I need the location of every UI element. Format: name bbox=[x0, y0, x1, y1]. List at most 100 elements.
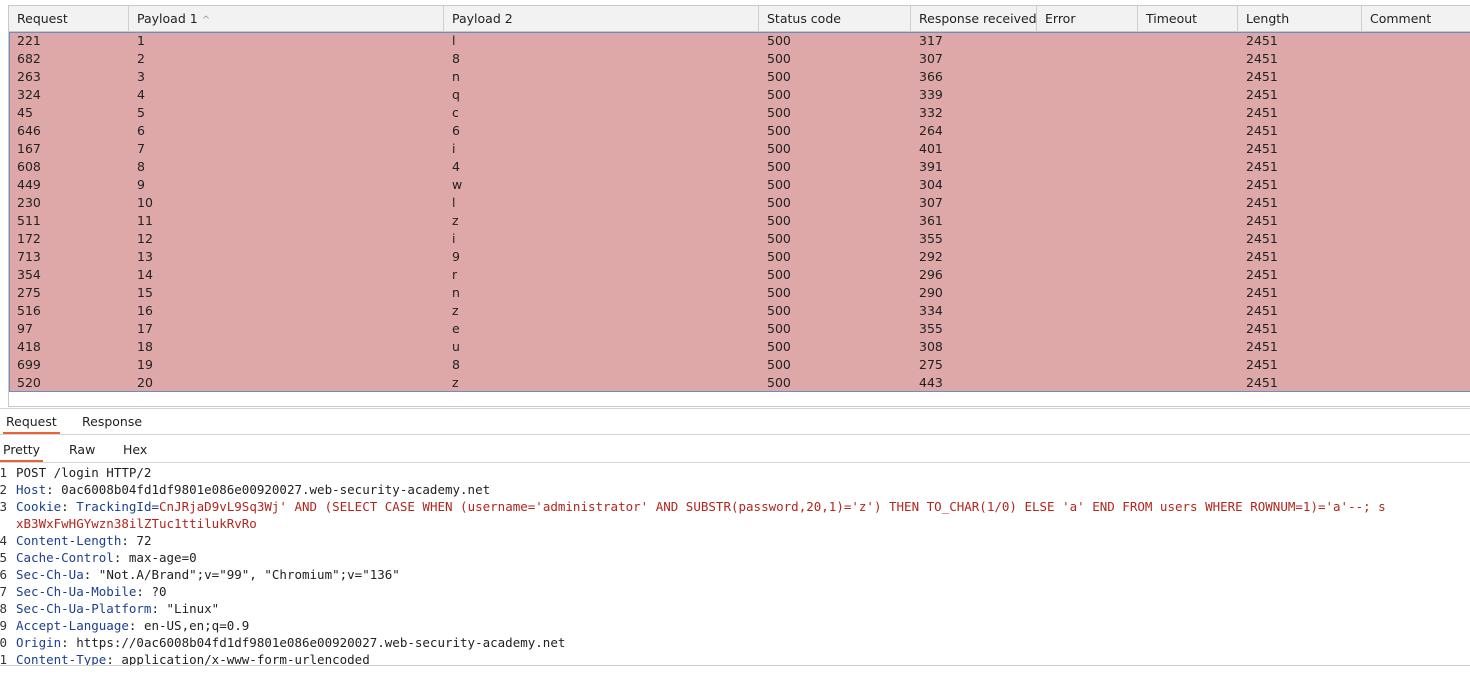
cell-status-code: 500 bbox=[767, 303, 791, 318]
cell-response-received: 296 bbox=[919, 267, 943, 282]
cell-request: 418 bbox=[17, 339, 41, 354]
cell-request: 172 bbox=[17, 231, 41, 246]
table-row[interactable]: 516 16 z 500 334 2451 bbox=[9, 302, 1470, 320]
header-value: max-age=0 bbox=[128, 550, 197, 565]
table-row[interactable]: 608 8 4 500 391 2451 bbox=[9, 158, 1470, 176]
cookie-value: xB3WxFwHGYwzn38ilZTuc1ttilukRvRo bbox=[16, 516, 257, 531]
table-row[interactable]: 699 19 8 500 275 2451 bbox=[9, 356, 1470, 374]
table-row[interactable]: 167 7 i 500 401 2451 bbox=[9, 140, 1470, 158]
cell-comment bbox=[1362, 320, 1370, 338]
table-row[interactable]: 354 14 r 500 296 2451 bbox=[9, 266, 1470, 284]
table-row[interactable]: 221 1 l 500 317 2451 bbox=[9, 32, 1470, 50]
header-value: ?0 bbox=[151, 584, 167, 599]
cell-comment bbox=[1362, 122, 1370, 140]
column-header-length[interactable]: Length bbox=[1238, 6, 1362, 31]
cell-request: 324 bbox=[17, 87, 41, 102]
cell-length: 2451 bbox=[1246, 69, 1278, 84]
pane-divider[interactable] bbox=[0, 408, 1470, 409]
header-separator: : bbox=[121, 533, 137, 548]
cell-comment bbox=[1362, 86, 1370, 104]
header-name: Accept-Language bbox=[16, 618, 129, 633]
cell-request: 45 bbox=[17, 105, 33, 120]
cell-comment bbox=[1362, 338, 1370, 356]
cell-request: 97 bbox=[17, 321, 33, 336]
table-row[interactable]: 263 3 n 500 366 2451 bbox=[9, 68, 1470, 86]
cell-comment bbox=[1362, 32, 1370, 50]
cell-status-code: 500 bbox=[767, 141, 791, 156]
request-editor[interactable]: 1 POST /login HTTP/2 2 Host: 0ac6008b04fd1d… bbox=[0, 464, 1470, 665]
cell-comment bbox=[1362, 194, 1370, 212]
table-row[interactable]: 230 10 l 500 307 2451 bbox=[9, 194, 1470, 212]
line-number: 9 bbox=[0, 618, 7, 633]
cell-payload-1: 8 bbox=[137, 159, 145, 174]
column-header-error[interactable]: Error bbox=[1037, 6, 1138, 31]
table-row[interactable]: 45 5 c 500 332 2451 bbox=[9, 104, 1470, 122]
cell-status-code: 500 bbox=[767, 159, 791, 174]
table-row[interactable]: 449 9 w 500 304 2451 bbox=[9, 176, 1470, 194]
cell-status-code: 500 bbox=[767, 195, 791, 210]
line-number: 4 bbox=[0, 533, 7, 548]
cell-request: 511 bbox=[17, 213, 41, 228]
tab-raw[interactable]: Raw bbox=[66, 438, 98, 462]
table-row[interactable]: 682 2 8 500 307 2451 bbox=[9, 50, 1470, 68]
line-number: 1 bbox=[0, 465, 7, 480]
cookie-value: TrackingId=CnJRjaD9vL9Sq3Wj' AND (SELECT… bbox=[76, 499, 1386, 514]
cell-response-received: 290 bbox=[919, 285, 943, 300]
table-row[interactable]: 520 20 z 500 443 2451 bbox=[9, 374, 1470, 392]
column-header-response-received[interactable]: Response received bbox=[911, 6, 1037, 31]
tab-response[interactable]: Response bbox=[79, 410, 145, 434]
cell-response-received: 355 bbox=[919, 231, 943, 246]
cell-response-received: 339 bbox=[919, 87, 943, 102]
table-row[interactable]: 511 11 z 500 361 2451 bbox=[9, 212, 1470, 230]
cell-request: 221 bbox=[17, 33, 41, 48]
cell-length: 2451 bbox=[1246, 321, 1278, 336]
line-text: Content-Type: application/x-www-form-url… bbox=[16, 651, 370, 665]
column-header-comment[interactable]: Comment bbox=[1362, 6, 1470, 31]
column-header-timeout[interactable]: Timeout bbox=[1138, 6, 1238, 31]
cell-length: 2451 bbox=[1246, 339, 1278, 354]
header-value: "Linux" bbox=[166, 601, 220, 616]
tab-hex[interactable]: Hex bbox=[120, 438, 150, 462]
column-header-payload-1[interactable]: Payload 1 ^ bbox=[129, 6, 444, 31]
cell-response-received: 304 bbox=[919, 177, 943, 192]
cell-status-code: 500 bbox=[767, 105, 791, 120]
line-text: Sec-Ch-Ua-Mobile: ?0 bbox=[16, 583, 167, 600]
cell-length: 2451 bbox=[1246, 141, 1278, 156]
cell-length: 2451 bbox=[1246, 375, 1278, 390]
header-value: application/x-www-form-urlencoded bbox=[121, 652, 370, 665]
tab-request[interactable]: Request bbox=[3, 410, 60, 434]
table-row[interactable]: 275 15 n 500 290 2451 bbox=[9, 284, 1470, 302]
line-text: POST /login HTTP/2 bbox=[16, 464, 151, 481]
cell-response-received: 391 bbox=[919, 159, 943, 174]
tab-pretty[interactable]: Pretty bbox=[0, 438, 44, 462]
line-number: 2 bbox=[0, 482, 7, 497]
cell-timeout bbox=[1138, 122, 1146, 140]
cell-length: 2451 bbox=[1246, 303, 1278, 318]
cell-response-received: 332 bbox=[919, 105, 943, 120]
table-row[interactable]: 646 6 6 500 264 2451 bbox=[9, 122, 1470, 140]
table-row[interactable]: 172 12 i 500 355 2451 bbox=[9, 230, 1470, 248]
header-value: 72 bbox=[136, 533, 152, 548]
cell-status-code: 500 bbox=[767, 357, 791, 372]
table-row[interactable]: 418 18 u 500 308 2451 bbox=[9, 338, 1470, 356]
table-row[interactable]: 324 4 q 500 339 2451 bbox=[9, 86, 1470, 104]
column-header-payload-2[interactable]: Payload 2 bbox=[444, 6, 759, 31]
column-header-status-code[interactable]: Status code bbox=[759, 6, 911, 31]
cell-comment bbox=[1362, 230, 1370, 248]
cell-timeout bbox=[1138, 374, 1146, 392]
cell-payload-2: 8 bbox=[452, 357, 460, 372]
line-text: Accept-Language: en-US,en;q=0.9 bbox=[16, 617, 249, 634]
sort-ascending-icon: ^ bbox=[201, 15, 211, 26]
table-row[interactable]: 97 17 e 500 355 2451 bbox=[9, 320, 1470, 338]
cell-timeout bbox=[1138, 140, 1146, 158]
cell-payload-1: 19 bbox=[137, 357, 153, 372]
cell-payload-1: 6 bbox=[137, 123, 145, 138]
cell-error bbox=[1037, 50, 1045, 68]
cell-payload-1: 3 bbox=[137, 69, 145, 84]
results-table[interactable]: Request Payload 1 ^ Payload 2 Status code Res… bbox=[8, 5, 1470, 407]
table-row[interactable]: 713 13 9 500 292 2451 bbox=[9, 248, 1470, 266]
table-body[interactable]: 221 1 l 500 317 2451 682 2 8 500 307 2451 263 3 n 500 36… bbox=[9, 32, 1470, 392]
cell-payload-2: w bbox=[452, 177, 463, 192]
cell-request: 608 bbox=[17, 159, 41, 174]
column-header-request[interactable]: Request bbox=[9, 6, 129, 31]
